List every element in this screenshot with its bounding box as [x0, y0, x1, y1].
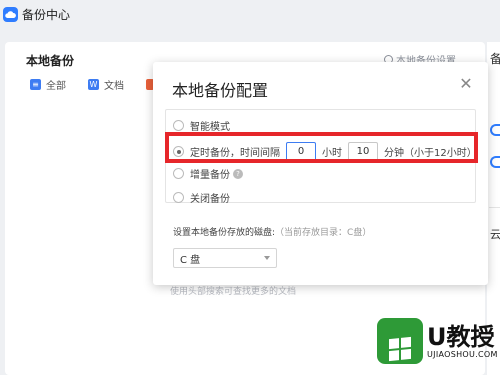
tab-documents-label: 文档 — [104, 81, 124, 92]
list-icon: ≡ — [30, 79, 41, 90]
close-icon[interactable]: ✕ — [458, 76, 474, 92]
highlight-box — [165, 132, 478, 163]
radio-smart-mode[interactable] — [173, 120, 184, 131]
watermark-brand: U教授 — [427, 322, 495, 351]
option-off-label: 关闭备份 — [190, 194, 230, 205]
option-smart-label: 智能模式 — [190, 122, 230, 133]
tab-documents[interactable]: W 文档 — [88, 77, 124, 92]
right-panel-title: 备 — [490, 52, 500, 66]
chevron-down-icon — [264, 256, 270, 260]
windows-logo-icon — [377, 318, 423, 364]
word-doc-icon: W — [88, 79, 99, 90]
radio-incremental-backup[interactable] — [173, 168, 184, 179]
local-backup-config-dialog: 本地备份配置 ✕ 智能模式 定时备份，时间间隔 0 小时 10 分钟（小于12小… — [153, 62, 488, 285]
option-incremental-backup[interactable]: 增量备份 ? — [173, 166, 243, 181]
title-bar: 备份中心 — [0, 0, 500, 28]
disk-select[interactable]: C 盘 — [173, 248, 277, 268]
disk-label-text: 设置本地备份存放的磁盘: — [173, 228, 276, 238]
divider — [489, 207, 500, 208]
option-disable-backup[interactable]: 关闭备份 — [173, 190, 230, 205]
option-incremental-label: 增量备份 — [190, 170, 230, 181]
cloud-icon — [3, 6, 18, 22]
app-title: 备份中心 — [22, 7, 71, 22]
disk-current: （当前存放目录：C盘） — [275, 228, 372, 238]
help-icon[interactable]: ? — [233, 168, 243, 179]
watermark: U教授 UJIAOSHOU.COM — [377, 318, 498, 364]
disk-label: 设置本地备份存放的磁盘:（当前存放目录：C盘） — [173, 225, 371, 238]
tab-all-label: 全部 — [46, 81, 66, 92]
right-panel-subtitle: 云 — [490, 228, 500, 241]
sync-icon[interactable] — [490, 124, 500, 136]
filter-tabs: ≡ 全部 W 文档 — [30, 77, 154, 92]
refresh-icon[interactable] — [490, 156, 500, 168]
tab-all[interactable]: ≡ 全部 — [30, 77, 66, 92]
disk-select-value: C 盘 — [180, 254, 201, 266]
radio-disable-backup[interactable] — [173, 192, 184, 203]
option-smart-mode[interactable]: 智能模式 — [173, 118, 230, 133]
panel-heading: 本地备份 — [26, 54, 75, 68]
dialog-title: 本地备份配置 — [172, 81, 269, 100]
watermark-domain: UJIAOSHOU.COM — [427, 349, 498, 359]
search-hint: 使用头部搜索可查找更多的文档 — [170, 287, 297, 297]
